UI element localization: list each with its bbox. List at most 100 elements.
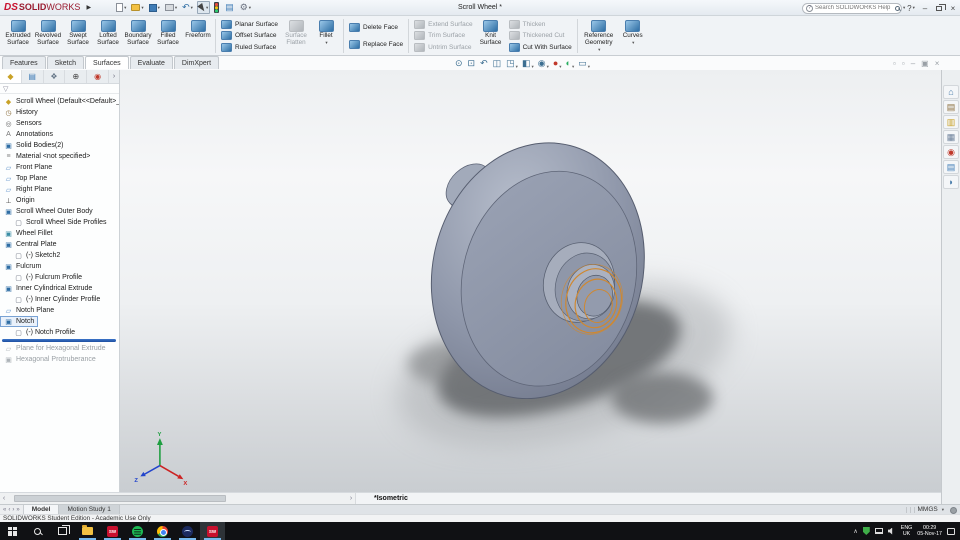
revolved-surface-button[interactable]: Revolved Surface bbox=[33, 18, 63, 54]
help-button[interactable]: ? ▾ bbox=[906, 3, 916, 14]
lofted-surface-button[interactable]: Lofted Surface bbox=[93, 18, 123, 54]
print-button[interactable]: ▾ bbox=[164, 1, 178, 14]
extruded-surface-button[interactable]: Extruded Surface bbox=[3, 18, 33, 54]
edit-appearance-button[interactable]: ● ▾ bbox=[553, 59, 562, 71]
help-search-box[interactable]: ? ▾ bbox=[802, 2, 905, 14]
zoom-to-area-button[interactable]: ⊡ bbox=[468, 59, 477, 68]
tree-item-origin[interactable]: ⊥ Origin bbox=[0, 195, 39, 206]
tree-item-part-root[interactable]: ◆ Scroll Wheel (Default<<Default>_Displ bbox=[0, 96, 119, 107]
tab-surfaces[interactable]: Surfaces bbox=[85, 56, 129, 69]
tree-item-hex-plane[interactable]: ▱ Plane for Hexagonal Extrude bbox=[0, 343, 110, 354]
security-shield-icon[interactable] bbox=[862, 527, 870, 535]
tree-item-annotations[interactable]: A Annotations bbox=[0, 129, 57, 140]
search-input[interactable] bbox=[815, 5, 893, 11]
tree-item-fulcrum-profile[interactable]: ▢ (-) Fulcrum Profile bbox=[10, 272, 86, 283]
units-selector[interactable]: MMGS bbox=[918, 506, 938, 513]
spotify-button[interactable] bbox=[125, 522, 150, 540]
network-icon[interactable] bbox=[874, 528, 883, 534]
select-tool-button[interactable]: ▾ bbox=[196, 1, 211, 14]
tree-filter-row[interactable]: ▽ bbox=[0, 84, 119, 94]
view-orientation-button[interactable]: ◳ ▾ bbox=[506, 59, 518, 71]
last-tab-button[interactable]: » bbox=[16, 507, 19, 513]
task-view-button[interactable] bbox=[50, 522, 75, 540]
previous-view-button[interactable]: ↶ bbox=[480, 59, 489, 68]
action-center-icon[interactable] bbox=[947, 527, 955, 535]
open-document-button[interactable]: ▾ bbox=[130, 1, 144, 14]
surface-flatten-button[interactable]: Surface Flatten bbox=[281, 18, 311, 54]
apply-scene-button[interactable]: ◐ ▾ bbox=[566, 59, 575, 71]
tree-item-notch-profile[interactable]: ▢ (-) Notch Profile bbox=[10, 327, 79, 338]
search-button[interactable] bbox=[25, 522, 50, 540]
reference-geometry-button[interactable]: Reference Geometry ▾ bbox=[580, 18, 618, 54]
tree-item-front-plane[interactable]: ▱ Front Plane bbox=[0, 162, 56, 173]
tree-item-notch-plane[interactable]: ▱ Notch Plane bbox=[0, 305, 58, 316]
tree-item-sketch2[interactable]: ▢ (-) Sketch2 bbox=[10, 250, 64, 261]
tree-item-wheel-fillet[interactable]: ▣ Wheel Fillet bbox=[0, 228, 57, 239]
knit-surface-button[interactable]: Knit Surface bbox=[476, 18, 506, 54]
tree-item-top-plane[interactable]: ▱ Top Plane bbox=[0, 173, 51, 184]
tab-sketch[interactable]: Sketch bbox=[46, 56, 85, 69]
chrome-button[interactable] bbox=[150, 522, 175, 540]
save-button[interactable]: ▾ bbox=[148, 1, 161, 14]
model-tab[interactable]: Model bbox=[23, 505, 60, 514]
show-hidden-icons-button[interactable]: ∧ bbox=[853, 528, 857, 535]
trim-surface-button[interactable]: Trim Surface bbox=[414, 30, 472, 41]
doc-split-button[interactable]: ▫ bbox=[893, 60, 896, 68]
model-canvas[interactable]: Y X Z bbox=[120, 70, 941, 492]
restore-button[interactable] bbox=[934, 3, 946, 14]
extend-surface-button[interactable]: Extend Surface bbox=[414, 19, 473, 30]
tree-item-side-profiles[interactable]: ▢ Scroll Wheel Side Profiles bbox=[10, 217, 111, 228]
thickened-cut-button[interactable]: Thickened Cut bbox=[508, 30, 572, 41]
tree-item-hex-protrub[interactable]: ▣ Hexagonal Protruberance bbox=[0, 354, 100, 365]
display-style-button[interactable]: ◧ ▾ bbox=[522, 59, 534, 71]
tree-item-right-plane[interactable]: ▱ Right Plane bbox=[0, 184, 56, 195]
section-view-button[interactable]: ◫ bbox=[493, 59, 503, 68]
configurationmanager-tab[interactable]: ❖ bbox=[44, 70, 66, 83]
tree-item-sensors[interactable]: ◎ Sensors bbox=[0, 118, 46, 129]
doc-minimize-button[interactable]: – bbox=[911, 60, 915, 68]
tree-item-fulcrum[interactable]: ▣ Fulcrum bbox=[0, 261, 45, 272]
first-tab-button[interactable]: « bbox=[3, 507, 6, 513]
view-settings-button[interactable]: ▭ ▾ bbox=[578, 59, 590, 71]
solidworks-active-button[interactable]: SW bbox=[200, 522, 225, 540]
search-icon[interactable] bbox=[895, 5, 900, 11]
cut-with-surface-button[interactable]: Cut With Surface bbox=[508, 42, 572, 53]
undo-button[interactable]: ↶ ▾ bbox=[181, 1, 194, 14]
scroll-left-icon[interactable]: ‹ bbox=[0, 494, 8, 504]
tree-item-history[interactable]: ◷ History bbox=[0, 107, 42, 118]
prev-tab-button[interactable]: ‹ bbox=[8, 507, 10, 513]
doc-close-button[interactable]: × bbox=[935, 60, 940, 68]
doc-popout-button[interactable]: ▫ bbox=[902, 60, 905, 68]
graphics-area[interactable]: Y X Z bbox=[120, 70, 941, 492]
motion-study-tab[interactable]: Motion Study 1 bbox=[59, 505, 120, 514]
menu-flyout-icon[interactable]: ▶ bbox=[86, 4, 91, 11]
language-indicator[interactable]: ENG UK bbox=[901, 525, 912, 538]
file-explorer-button[interactable] bbox=[75, 522, 100, 540]
tree-item-inner-cyl-extrude[interactable]: ▣ Inner Cylindrical Extrude bbox=[0, 283, 96, 294]
file-properties-button[interactable]: ▤ bbox=[224, 1, 236, 14]
manager-tabs-overflow[interactable]: › bbox=[109, 70, 119, 83]
tree-item-material[interactable]: ≡ Material <not specified> bbox=[0, 151, 94, 162]
scroll-right-icon[interactable]: › bbox=[347, 494, 355, 504]
tags-icon[interactable] bbox=[950, 506, 957, 514]
clock[interactable]: 00:29 05-Nov-17 bbox=[917, 525, 942, 538]
start-button[interactable] bbox=[0, 522, 25, 540]
solidworks-button[interactable]: SW bbox=[100, 522, 125, 540]
app-button[interactable] bbox=[175, 522, 200, 540]
next-tab-button[interactable]: › bbox=[12, 507, 14, 513]
tab-features[interactable]: Features bbox=[2, 56, 46, 69]
tree-item-solid-bodies[interactable]: ▣ Solid Bodies(2) bbox=[0, 140, 67, 151]
options-button[interactable]: ⚙ ▾ bbox=[239, 1, 252, 14]
rebuild-button[interactable] bbox=[213, 1, 221, 14]
featuremanager-tab[interactable]: ◆ bbox=[0, 70, 22, 83]
boundary-surface-button[interactable]: Boundary Surface bbox=[123, 18, 153, 54]
untrim-surface-button[interactable]: Untrim Surface bbox=[414, 42, 472, 53]
delete-face-button[interactable]: Delete Face bbox=[349, 22, 403, 33]
planar-surface-button[interactable]: Planar Surface bbox=[221, 19, 278, 30]
scrollbar-thumb[interactable] bbox=[14, 495, 226, 502]
replace-face-button[interactable]: Replace Face bbox=[349, 39, 403, 50]
tree-item-inner-cyl-profile[interactable]: ▢ (-) Inner Cylinder Profile bbox=[10, 294, 104, 305]
doc-restore-button[interactable]: ▣ bbox=[921, 60, 929, 68]
tree-horizontal-scrollbar[interactable]: ‹ › bbox=[0, 493, 356, 504]
freeform-button[interactable]: Freeform bbox=[183, 18, 213, 54]
